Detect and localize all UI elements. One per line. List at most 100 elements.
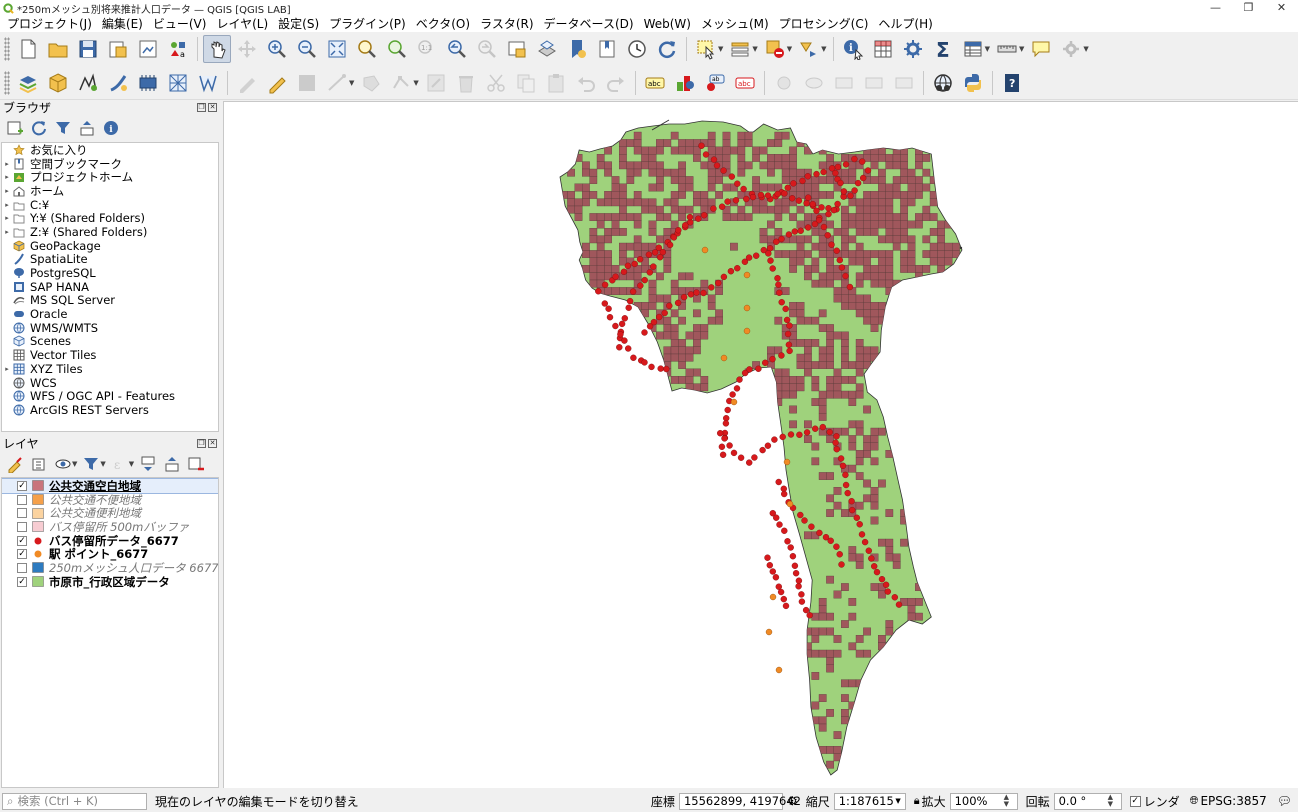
new-mesh-layer-icon[interactable] — [164, 69, 192, 97]
browser-item[interactable]: ▸ Y:¥ (Shared Folders) — [2, 211, 218, 225]
refresh-icon[interactable] — [653, 35, 681, 63]
menu-vector[interactable]: ベクタ(O) — [411, 16, 475, 32]
close-button[interactable]: ✕ — [1265, 0, 1298, 16]
layer-visibility-checkbox[interactable] — [17, 508, 27, 519]
menu-mesh[interactable]: メッシュ(M) — [696, 16, 774, 32]
chevron-down-icon[interactable]: ▼ — [787, 45, 792, 53]
chevron-down-icon[interactable]: ▼ — [718, 45, 723, 53]
browser-item[interactable]: WFS / OGC API - Features — [2, 389, 218, 403]
chevron-down-icon[interactable]: ▼ — [752, 45, 757, 53]
python-console-icon[interactable] — [959, 69, 987, 97]
redo-icon[interactable] — [602, 69, 630, 97]
refresh-icon[interactable] — [28, 117, 50, 139]
select-by-expression-icon[interactable] — [795, 35, 823, 63]
layer-visibility-checkbox[interactable] — [17, 494, 27, 505]
add-group-icon[interactable] — [28, 453, 50, 475]
locator-search-input[interactable]: ⌕ 検索 (Ctrl + K) — [2, 792, 147, 810]
pin-labels-icon[interactable]: ab — [701, 69, 729, 97]
style-manager-icon[interactable]: a — [164, 35, 192, 63]
digitize-icon[interactable] — [323, 69, 351, 97]
open-table-icon[interactable] — [959, 35, 987, 63]
zoom-next-icon[interactable] — [473, 35, 501, 63]
toggle-editing-icon[interactable] — [263, 69, 291, 97]
zoom-last-icon[interactable] — [443, 35, 471, 63]
move-label-icon[interactable] — [770, 69, 798, 97]
browser-item[interactable]: ArcGIS REST Servers — [2, 403, 218, 417]
scale-combo[interactable]: 1:187615 ▼ — [833, 792, 906, 810]
label-history-icon[interactable] — [860, 69, 888, 97]
new-virtual-layer-icon[interactable] — [134, 69, 162, 97]
toolbar-grip[interactable] — [4, 70, 10, 95]
open-project-icon[interactable] — [44, 35, 72, 63]
menu-processing[interactable]: プロセシング(C) — [774, 16, 874, 32]
browser-item[interactable]: MS SQL Server — [2, 293, 218, 307]
data-source-manager-icon[interactable] — [14, 69, 42, 97]
close-panel-button[interactable]: ✕ — [208, 438, 217, 448]
chevron-down-icon[interactable]: ▼ — [895, 797, 900, 805]
show-hide-labels-icon[interactable]: abc — [731, 69, 759, 97]
new-geopackage-layer-icon[interactable] — [44, 69, 72, 97]
menu-view[interactable]: ビュー(V) — [148, 16, 212, 32]
collapse-all-icon[interactable] — [76, 117, 98, 139]
spin-arrows-icon[interactable]: ▲ ▼ — [1004, 794, 1013, 808]
rotate-label-icon[interactable] — [800, 69, 828, 97]
vertex-tool-icon[interactable] — [387, 69, 415, 97]
new-spatialite-layer-icon[interactable] — [104, 69, 132, 97]
chevron-down-icon[interactable]: ▼ — [72, 460, 77, 468]
save-project-icon[interactable] — [74, 35, 102, 63]
expand-arrow-icon[interactable]: ▸ — [2, 160, 12, 168]
filter-legend-icon[interactable] — [80, 453, 102, 475]
close-panel-button[interactable]: ✕ — [208, 102, 217, 112]
float-panel-button[interactable]: ❐ — [197, 438, 206, 448]
filter-by-expression-icon[interactable]: ε — [109, 453, 131, 475]
browser-item[interactable]: SAP HANA — [2, 280, 218, 294]
menu-web[interactable]: Web(W) — [639, 16, 696, 32]
select-features-icon[interactable] — [692, 35, 720, 63]
spin-arrows-icon[interactable]: ▲ ▼ — [1108, 794, 1117, 808]
manage-visibility-icon[interactable] — [52, 453, 74, 475]
toolbar-grip[interactable] — [4, 37, 10, 61]
render-checkbox[interactable]: ✓ — [1129, 795, 1141, 807]
paste-features-icon[interactable] — [542, 69, 570, 97]
maximize-button[interactable]: ❐ — [1232, 0, 1265, 16]
expand-all-icon[interactable] — [137, 453, 159, 475]
deselect-features-icon[interactable] — [761, 35, 789, 63]
layer-visibility-checkbox[interactable] — [17, 562, 27, 573]
layer-styling-icon[interactable] — [4, 453, 26, 475]
new-bookmark-icon[interactable] — [563, 35, 591, 63]
pan-to-selection-icon[interactable] — [233, 35, 261, 63]
zoom-native-icon[interactable]: 1:1 — [413, 35, 441, 63]
chevron-down-icon[interactable]: ▼ — [100, 460, 105, 468]
lock-scale-icon[interactable]: 🔒︎ — [914, 794, 920, 808]
collapse-all-icon[interactable] — [161, 453, 183, 475]
properties-info-icon[interactable]: i — [100, 117, 122, 139]
map-canvas[interactable] — [223, 101, 1298, 788]
chevron-down-icon[interactable]: ▼ — [821, 45, 826, 53]
processing-toolbox-icon[interactable] — [899, 35, 927, 63]
expand-arrow-icon[interactable]: ▸ — [2, 228, 12, 236]
browser-item[interactable]: ▸ ホーム — [2, 184, 218, 198]
browser-item[interactable]: ▸ Z:¥ (Shared Folders) — [2, 225, 218, 239]
copy-features-icon[interactable] — [512, 69, 540, 97]
new-shapefile-layer-icon[interactable] — [74, 69, 102, 97]
browser-item[interactable]: PostgreSQL — [2, 266, 218, 280]
cut-features-icon[interactable] — [482, 69, 510, 97]
menu-help[interactable]: ヘルプ(H) — [873, 16, 937, 32]
pan-map-icon[interactable] — [203, 35, 231, 63]
magnifier-spinbox[interactable]: 100% ▲ ▼ — [949, 792, 1018, 810]
crs-button[interactable]: EPSG:3857 — [1200, 794, 1266, 808]
undo-icon[interactable] — [572, 69, 600, 97]
layer-labeling-icon[interactable]: abc — [641, 69, 669, 97]
browser-item[interactable]: SpatiaLite — [2, 252, 218, 266]
plugin-globe-icon[interactable] — [929, 69, 957, 97]
help-contents-icon[interactable]: ? — [998, 69, 1026, 97]
zoom-to-layer-icon[interactable] — [383, 35, 411, 63]
new-temporary-layer-icon[interactable] — [194, 69, 222, 97]
menu-plugins[interactable]: プラグイン(P) — [324, 16, 411, 32]
label-properties-icon[interactable] — [890, 69, 918, 97]
layer-item[interactable]: ✓ 市原市_行政区域データ — [2, 575, 218, 589]
layer-visibility-checkbox[interactable]: ✓ — [17, 576, 27, 587]
expand-arrow-icon[interactable]: ▸ — [2, 187, 12, 195]
remove-layer-icon[interactable] — [185, 453, 207, 475]
layer-visibility-checkbox[interactable]: ✓ — [17, 549, 27, 560]
